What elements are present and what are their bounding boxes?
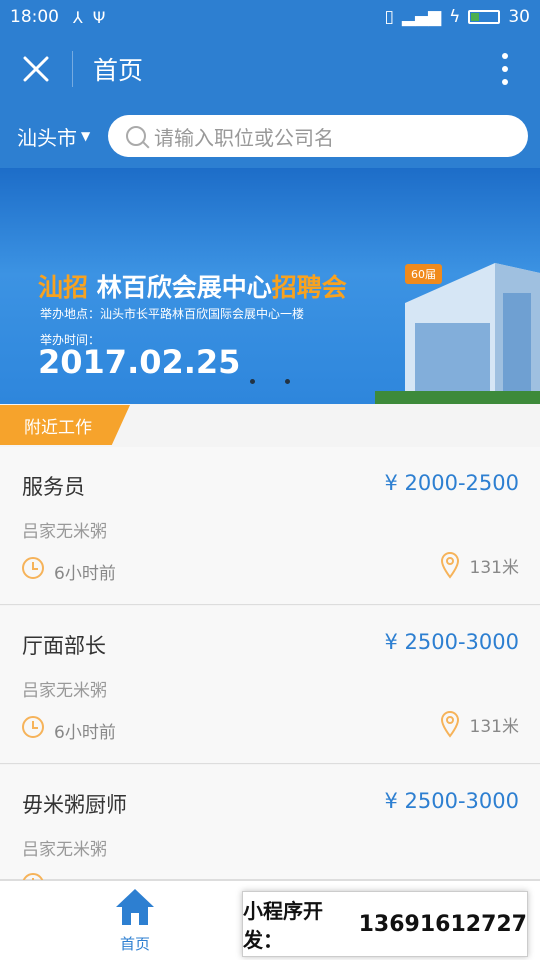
ad-phone: 13691612727 xyxy=(358,911,527,937)
share-icon: ⅄ xyxy=(73,7,83,27)
job-title: 毋米粥厨师 xyxy=(22,793,127,817)
tab-home[interactable]: 首页 xyxy=(95,887,175,954)
job-salary: ¥ 2500-3000 xyxy=(384,789,519,813)
job-company: 吕家无米粥 xyxy=(22,522,107,542)
battery-icon xyxy=(468,10,501,24)
job-company: 吕家无米粥 xyxy=(22,681,107,701)
job-card[interactable]: 毋米粥厨师 ¥ 2500-3000 吕家无米粥 xyxy=(0,765,540,895)
job-posted-time: 6小时前 xyxy=(54,723,116,743)
close-button[interactable] xyxy=(0,34,72,104)
tab-home-label: 首页 xyxy=(119,935,150,953)
location-pin-icon xyxy=(440,710,460,738)
banner-date: 2017.02.25 xyxy=(38,343,241,381)
banner-title-c: 招聘会 xyxy=(271,273,347,302)
clock-icon xyxy=(22,557,44,579)
location-pin-icon xyxy=(440,551,460,579)
nav-bar: 首页 xyxy=(0,34,540,104)
job-salary: ¥ 2000-2500 xyxy=(384,471,519,495)
search-input[interactable]: 请输入职位或公司名 xyxy=(108,115,528,157)
job-title: 厅面部长 xyxy=(22,634,106,658)
job-company: 吕家无米粥 xyxy=(22,840,107,860)
more-button[interactable] xyxy=(470,34,540,104)
dev-ad-banner: 小程序开发： 13691612727 xyxy=(242,891,528,957)
vibrate-icon: ▯ xyxy=(384,7,394,27)
banner-title: 汕招 林百欣会展中心招聘会 xyxy=(38,268,347,304)
more-dot-icon xyxy=(502,66,508,72)
job-distance: 131米 xyxy=(469,558,519,578)
clock-icon xyxy=(22,716,44,738)
carousel-dot[interactable] xyxy=(250,379,255,384)
job-distance: 131米 xyxy=(469,717,519,737)
city-selector[interactable]: 汕头市 ▼ xyxy=(0,122,106,151)
nearby-jobs-tag: 附近工作 xyxy=(0,405,130,445)
battery-level: 30 xyxy=(508,7,530,27)
more-dot-icon xyxy=(502,79,508,85)
search-icon xyxy=(126,126,146,146)
ad-label: 小程序开发： xyxy=(243,899,323,952)
page-title: 首页 xyxy=(93,56,144,85)
city-label: 汕头市 xyxy=(17,125,77,150)
banner-title-a: 汕招 xyxy=(38,273,89,302)
nav-divider xyxy=(72,51,73,87)
banner[interactable]: 汕招 林百欣会展中心招聘会 60届 举办地点：汕头市长平路林百欣国际会展中心一楼… xyxy=(0,168,540,404)
job-card[interactable]: 厅面部长 ¥ 2500-3000 吕家无米粥 6小时前 131米 xyxy=(0,606,540,764)
signal-icon: ▂▄▆ xyxy=(401,7,442,27)
charging-icon: ϟ xyxy=(449,7,461,27)
job-card[interactable]: 服务员 ¥ 2000-2500 吕家无米粥 6小时前 131米 xyxy=(0,447,540,605)
close-icon xyxy=(23,56,49,82)
banner-address: 举办地点：汕头市长平路林百欣国际会展中心一楼 xyxy=(40,307,305,321)
job-posted-time: 6小时前 xyxy=(54,564,116,584)
status-bar: 18:00 ⅄ Ψ ▯ ▂▄▆ ϟ 30 xyxy=(0,0,540,34)
building-illustration xyxy=(375,263,540,404)
status-time: 18:00 xyxy=(10,7,59,27)
search-placeholder: 请输入职位或公司名 xyxy=(154,125,334,150)
home-icon xyxy=(116,889,154,925)
job-salary: ¥ 2500-3000 xyxy=(384,630,519,654)
carousel-dot[interactable] xyxy=(285,379,290,384)
search-bar: 汕头市 ▼ 请输入职位或公司名 xyxy=(0,104,540,168)
job-title: 服务员 xyxy=(22,475,85,499)
caret-down-icon: ▼ xyxy=(81,129,91,143)
usb-icon: Ψ xyxy=(92,7,106,27)
more-dot-icon xyxy=(502,53,508,59)
carousel-indicator xyxy=(250,379,290,384)
banner-title-b: 林百欣会展中心 xyxy=(96,273,272,302)
